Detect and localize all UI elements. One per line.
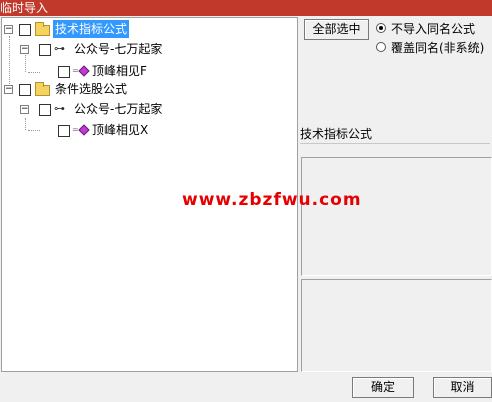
tree-node-tech-indicators[interactable]: − 技术指标公式	[2, 20, 297, 38]
tree-node-label: 顶峰相见F	[92, 64, 147, 78]
key-icon: ⊶	[54, 42, 65, 55]
tree-node-label: 公众号-七万起家	[74, 102, 163, 116]
tree-node-label: 条件选股公式	[55, 82, 128, 96]
tree-node-formula[interactable]: = 顶峰相见F	[2, 62, 297, 80]
radio-no-import[interactable]	[376, 23, 386, 33]
ok-button[interactable]: 确定	[352, 377, 414, 398]
formula-diamond-icon	[78, 124, 90, 136]
key-icon: ⊶	[54, 102, 65, 115]
dots-icon: =	[72, 125, 79, 134]
folder-icon	[35, 82, 50, 96]
collapse-icon[interactable]: −	[4, 85, 13, 94]
select-all-button[interactable]: 全部选中	[304, 19, 369, 40]
tree-node-group[interactable]: − ⊶ 公众号-七万起家	[2, 40, 297, 58]
collapse-icon[interactable]: −	[4, 25, 13, 34]
window-title: 临时导入	[0, 0, 492, 16]
tree-node-label: 公众号-七万起家	[74, 42, 163, 56]
folder-icon	[35, 22, 50, 36]
tree-checkbox[interactable]	[19, 24, 31, 36]
collapse-icon[interactable]: −	[20, 105, 29, 114]
tree-node-label: 顶峰相见X	[92, 123, 149, 137]
tree-checkbox[interactable]	[19, 84, 31, 96]
formula-name-display: 技术指标公式	[300, 125, 490, 144]
radio-no-import-label: 不导入同名公式	[391, 22, 476, 36]
radio-overwrite-label: 覆盖同名(非系统)	[391, 41, 485, 55]
tree-checkbox[interactable]	[39, 104, 51, 116]
tree-node-group[interactable]: − ⊶ 公众号-七万起家	[2, 100, 297, 118]
tree-node-formula[interactable]: = 顶峰相见X	[2, 121, 297, 139]
cancel-button[interactable]: 取消	[433, 377, 492, 398]
radio-overwrite[interactable]	[376, 42, 386, 52]
parameter-box[interactable]	[301, 279, 492, 372]
tree-checkbox[interactable]	[39, 44, 51, 56]
formula-diamond-icon	[78, 65, 90, 77]
tree-node-screening[interactable]: − 条件选股公式	[2, 80, 297, 98]
tree-node-label: 技术指标公式	[53, 20, 130, 38]
collapse-icon[interactable]: −	[20, 45, 29, 54]
dots-icon: =	[72, 66, 79, 75]
tree-checkbox[interactable]	[58, 66, 70, 78]
watermark: www.zbzfwu.com	[182, 190, 362, 210]
tree-checkbox[interactable]	[58, 125, 70, 137]
description-box[interactable]	[301, 157, 492, 276]
